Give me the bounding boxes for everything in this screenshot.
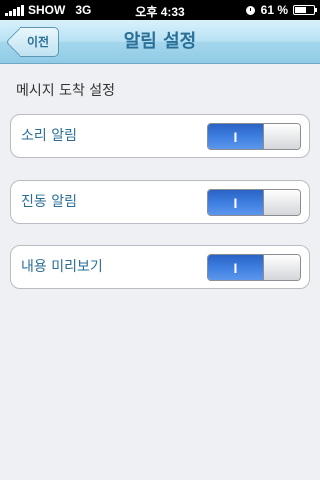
toggle-on-indicator: I bbox=[208, 190, 263, 215]
back-button-label: 이전 bbox=[20, 27, 60, 57]
content-preview-toggle[interactable]: I bbox=[207, 254, 301, 281]
settings-row-sound: 소리 알림 I bbox=[10, 114, 310, 158]
toggle-knob[interactable] bbox=[263, 255, 300, 280]
toggle-on-indicator: I bbox=[208, 124, 263, 149]
section-header: 메시지 도착 설정 bbox=[16, 83, 116, 99]
settings-row-label: 소리 알림 bbox=[21, 128, 77, 144]
alarm-clock-icon bbox=[245, 5, 255, 15]
settings-row-label: 내용 미리보기 bbox=[21, 259, 103, 275]
toggle-knob[interactable] bbox=[263, 124, 300, 149]
status-bar: SHOW 3G 오후 4:33 61 % bbox=[0, 0, 320, 20]
toggle-on-indicator: I bbox=[208, 255, 263, 280]
status-right: 61 % bbox=[245, 3, 317, 17]
back-button[interactable]: 이전 bbox=[5, 26, 60, 58]
settings-row-vibration: 진동 알림 I bbox=[10, 180, 310, 224]
battery-percent: 61 % bbox=[260, 3, 288, 17]
vibration-alert-toggle[interactable]: I bbox=[207, 189, 301, 216]
navigation-bar: 알림 설정 이전 bbox=[0, 20, 320, 64]
settings-row-preview: 내용 미리보기 I bbox=[10, 245, 310, 289]
settings-row-label: 진동 알림 bbox=[21, 194, 77, 210]
toggle-knob[interactable] bbox=[263, 190, 300, 215]
sound-alert-toggle[interactable]: I bbox=[207, 123, 301, 150]
battery-icon bbox=[293, 5, 317, 15]
